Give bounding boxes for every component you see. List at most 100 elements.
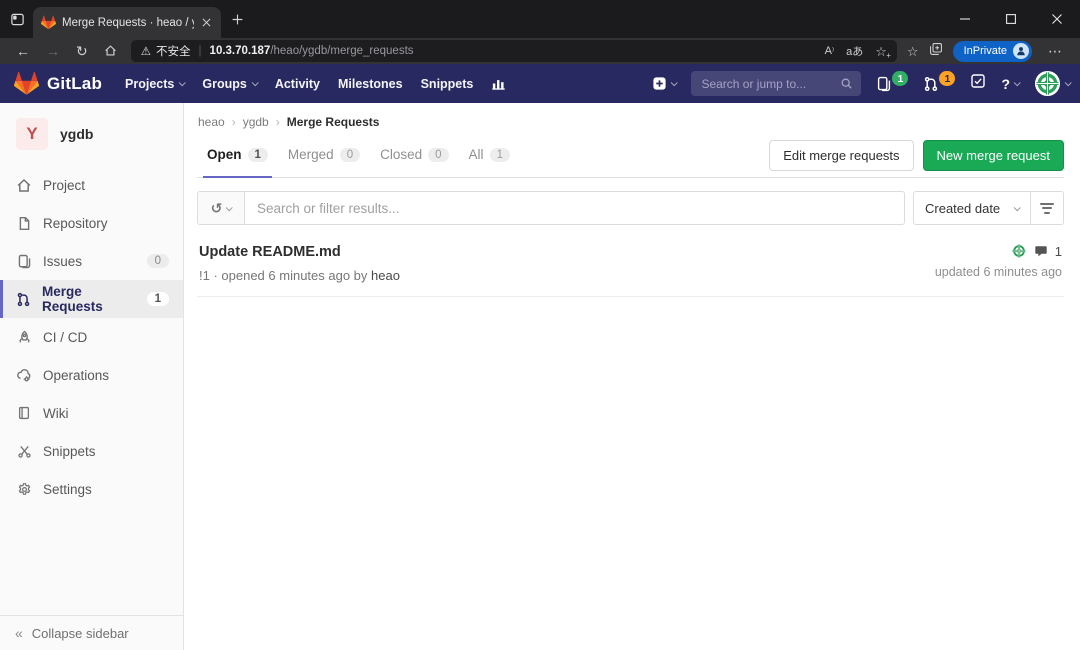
mr-ref: !1	[199, 268, 210, 283]
user-menu[interactable]	[1034, 70, 1070, 97]
breadcrumb-project[interactable]: ygdb	[243, 115, 269, 129]
tab-open[interactable]: Open 1	[197, 133, 278, 177]
sidebar-nav: Project Repository Issues 0 Merge Reques…	[0, 166, 183, 508]
navbar-issues[interactable]: 1	[876, 76, 908, 92]
merge-request-row[interactable]: Update README.md !1 · opened 6 minutes a…	[197, 237, 1064, 297]
sidebar-item-merge-requests[interactable]: Merge Requests 1	[0, 280, 183, 318]
search-icon[interactable]	[840, 77, 853, 90]
sort-direction-button[interactable]	[1031, 191, 1064, 225]
search-input[interactable]	[691, 71, 861, 96]
tab-all[interactable]: All 1	[459, 133, 520, 177]
sidebar-item-issues[interactable]: Issues 0	[0, 242, 183, 280]
project-context-header[interactable]: Y ygdb	[0, 103, 183, 160]
collections-icon[interactable]	[929, 42, 943, 61]
new-dropdown[interactable]	[652, 76, 676, 91]
sidebar-item-settings[interactable]: Settings	[0, 470, 183, 508]
tab-closed-count: 0	[428, 148, 448, 162]
gear-icon	[16, 482, 32, 497]
mr-author-link[interactable]: heao	[371, 268, 400, 283]
translate-icon[interactable]: aあ	[846, 43, 863, 59]
menu-snippets[interactable]: Snippets	[412, 77, 483, 91]
new-merge-request-button[interactable]: New merge request	[923, 140, 1064, 171]
tab-closed[interactable]: Closed 0	[370, 133, 458, 177]
home-icon	[16, 177, 32, 193]
issues-count-badge: 1	[892, 71, 908, 86]
forward-icon[interactable]: →	[38, 44, 68, 58]
edit-merge-requests-button[interactable]: Edit merge requests	[769, 140, 913, 171]
sidebar-item-project[interactable]: Project	[0, 166, 183, 204]
favorites-icon[interactable]: ☆	[907, 45, 919, 58]
new-tab-icon[interactable]	[231, 13, 244, 26]
help-icon: ?	[1001, 76, 1010, 92]
menu-activity[interactable]: Activity	[266, 77, 329, 91]
security-label: 不安全	[156, 43, 191, 59]
sidebar-item-wiki[interactable]: Wiki	[0, 394, 183, 432]
gitlab-favicon	[41, 15, 56, 30]
project-avatar: Y	[16, 118, 48, 150]
tab-open-count: 1	[248, 148, 268, 162]
refresh-icon[interactable]: ↻	[68, 44, 96, 58]
breadcrumb-group[interactable]: heao	[198, 115, 225, 129]
sidebar-item-cicd[interactable]: CI / CD	[0, 318, 183, 356]
profile-avatar	[1013, 43, 1029, 59]
sidebar-item-operations[interactable]: Operations	[0, 356, 183, 394]
home-icon[interactable]	[96, 44, 125, 59]
help-dropdown[interactable]: ?	[1001, 76, 1019, 92]
tanuki-icon	[14, 71, 39, 96]
menu-milestones[interactable]: Milestones	[329, 77, 412, 91]
scissors-icon	[16, 444, 32, 459]
comment-count: 1	[1055, 244, 1062, 259]
inprivate-badge[interactable]: InPrivate	[953, 41, 1032, 62]
url-host: 10.3.70.187	[210, 45, 271, 57]
merge-request-list: Update README.md !1 · opened 6 minutes a…	[197, 237, 1064, 297]
chevron-down-icon	[671, 79, 678, 86]
filter-row: ↺ Created date	[197, 191, 1064, 225]
menu-groups[interactable]: Groups	[193, 77, 265, 91]
assignee-avatar[interactable]	[1011, 243, 1027, 259]
breadcrumb-separator: ›	[276, 115, 280, 129]
file-icon	[16, 216, 32, 231]
navbar-merge-requests[interactable]: 1	[923, 76, 955, 92]
plus-square-icon	[652, 76, 667, 91]
mr-title-link[interactable]: Update README.md	[199, 244, 341, 260]
close-icon[interactable]	[1034, 0, 1080, 38]
project-sidebar: Y ygdb Project Repository Issues 0	[0, 103, 184, 650]
recent-searches-dropdown[interactable]: ↺	[198, 192, 245, 224]
menu-projects[interactable]: Projects	[116, 77, 193, 91]
issues-icon	[876, 76, 892, 92]
sort-dropdown[interactable]: Created date	[913, 191, 1031, 225]
browser-tab-bar: Merge Requests · heao / ygdb · GitLab	[0, 0, 1080, 38]
mr-count: 1	[147, 292, 169, 306]
browser-toolbar: ← → ↻ ⚠ 不安全 | 10.3.70.187 /heao/ygdb/mer…	[0, 38, 1080, 64]
tab-close-icon[interactable]	[200, 16, 213, 29]
navbar-search	[691, 71, 861, 96]
merge-request-icon	[923, 76, 939, 92]
browser-menu-icon[interactable]: ⋯	[1042, 43, 1068, 60]
browser-tab[interactable]: Merge Requests · heao / ygdb · GitLab	[33, 7, 221, 38]
mr-row-side: 1 updated 6 minutes ago	[935, 243, 1062, 283]
mr-meta-text: · opened 6 minutes ago by	[213, 268, 367, 283]
comments-icon[interactable]	[1034, 244, 1048, 258]
gitlab-logo[interactable]: GitLab	[14, 71, 102, 96]
sidebar-item-repository[interactable]: Repository	[0, 204, 183, 242]
minimize-icon[interactable]	[942, 0, 988, 38]
user-avatar	[1034, 70, 1061, 97]
sidebar-item-snippets[interactable]: Snippets	[0, 432, 183, 470]
chevron-down-icon	[226, 204, 233, 211]
tab-merged[interactable]: Merged 0	[278, 133, 370, 177]
add-favorite-icon[interactable]: ☆	[875, 45, 887, 58]
maximize-icon[interactable]	[988, 0, 1034, 38]
tab-all-count: 1	[490, 148, 510, 162]
merge-request-icon	[16, 292, 31, 307]
url-separator: |	[199, 45, 202, 57]
todos-icon[interactable]	[970, 73, 986, 94]
mr-updated-text: updated 6 minutes ago	[935, 265, 1062, 279]
address-bar[interactable]: ⚠ 不安全 | 10.3.70.187 /heao/ygdb/merge_req…	[131, 40, 897, 62]
read-aloud-icon[interactable]: A	[825, 45, 835, 57]
filter-search-input[interactable]	[245, 192, 904, 224]
collapse-sidebar-button[interactable]: « Collapse sidebar	[0, 615, 183, 650]
security-warning[interactable]: ⚠ 不安全	[141, 43, 191, 59]
tab-actions-icon[interactable]	[10, 12, 25, 27]
chart-icon[interactable]	[482, 76, 515, 91]
back-icon[interactable]: ←	[8, 44, 38, 58]
